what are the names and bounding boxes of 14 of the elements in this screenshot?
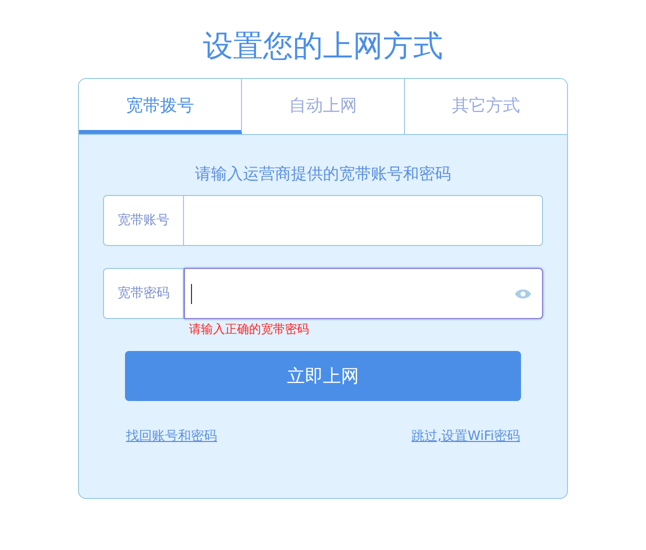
field-label: 宽带账号 — [103, 195, 184, 246]
prompt-text: 请输入运营商提供的宽带账号和密码 — [194, 163, 452, 185]
tab[interactable]: 自动上网 — [242, 79, 405, 134]
eye-icon[interactable] — [514, 288, 532, 300]
link[interactable]: 跳过,设置WiFi密码 — [412, 427, 520, 446]
link[interactable]: 找回账号和密码 — [126, 427, 217, 446]
tab[interactable]: 宽带拨号 — [79, 79, 242, 134]
page-title: 设置您的上网方式 — [203, 28, 443, 66]
submit-button[interactable]: 立即上网 — [125, 351, 521, 401]
field-label: 宽带密码 — [103, 268, 184, 319]
input-field[interactable] — [184, 268, 543, 319]
tab[interactable]: 其它方式 — [405, 79, 567, 134]
input-field[interactable] — [184, 195, 543, 246]
error-message: 请输入正确的宽带密码 — [189, 321, 310, 337]
